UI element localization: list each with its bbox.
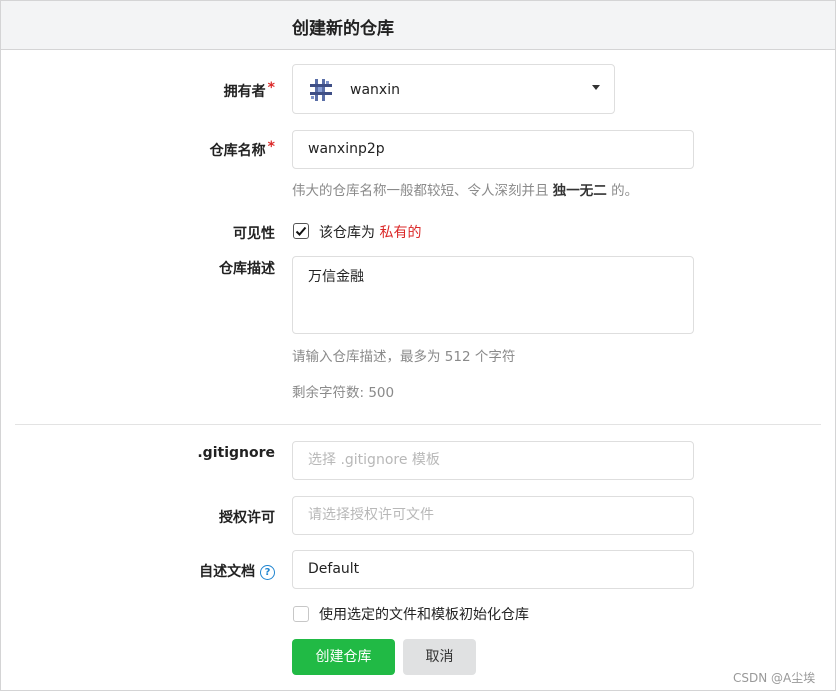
owner-name: wanxin: [350, 82, 400, 98]
page-title: 创建新的仓库: [292, 19, 394, 39]
repo-name-value: wanxinp2p: [308, 141, 385, 157]
description-textarea[interactable]: 万信金融: [292, 256, 694, 334]
watermark: CSDN @A尘埃: [733, 671, 816, 685]
visibility-text-prefix: 该仓库为: [319, 225, 375, 241]
create-repo-button[interactable]: 创建仓库: [292, 639, 395, 675]
description-label: 仓库描述: [219, 261, 275, 277]
owner-select[interactable]: wanxin: [292, 64, 615, 114]
repo-name-help-prefix: 伟大的仓库名称一般都较短、令人深刻并且: [292, 183, 549, 199]
license-placeholder: 请选择授权许可文件: [308, 507, 434, 523]
visibility-label: 可见性: [233, 226, 275, 242]
description-value: 万信金融: [308, 269, 364, 285]
repo-name-label-text: 仓库名称: [209, 143, 266, 159]
required-mark: *: [267, 80, 275, 96]
section-divider: [15, 424, 821, 425]
remaining-chars: 剩余字符数: 500: [292, 385, 395, 401]
license-select[interactable]: 请选择授权许可文件: [292, 496, 694, 535]
repo-name-help-suffix: 的。: [611, 183, 639, 199]
repo-name-help-emphasis: 独一无二: [552, 183, 607, 199]
gitignore-placeholder: 选择 .gitignore 模板: [308, 452, 440, 468]
dropdown-caret-icon: [592, 85, 600, 90]
help-question-icon[interactable]: ?: [260, 565, 275, 580]
owner-avatar-icon: [308, 77, 334, 103]
page-header: 创建新的仓库: [1, 1, 835, 50]
repo-name-label: 仓库名称 *: [209, 139, 275, 160]
readme-label: 自述文档 ?: [199, 561, 275, 581]
license-label: 授权许可: [219, 510, 275, 526]
checkmark-icon: [295, 226, 307, 236]
private-text: 私有的: [379, 225, 422, 241]
owner-label: 拥有者 *: [223, 80, 275, 101]
description-help: 请输入仓库描述，最多为 512 个字符: [292, 349, 516, 365]
init-checkbox[interactable]: [293, 606, 309, 622]
cancel-button[interactable]: 取消: [403, 639, 476, 675]
readme-value: Default: [308, 561, 360, 577]
repo-name-help: 伟大的仓库名称一般都较短、令人深刻并且 独一无二 的。: [292, 179, 638, 199]
readme-label-text: 自述文档: [199, 564, 256, 580]
readme-select[interactable]: Default: [292, 550, 694, 589]
create-repo-page: 创建新的仓库 拥有者 * wanxin 仓库名称 * wanxinp2p 伟大的仓库…: [0, 0, 836, 691]
gitignore-select[interactable]: 选择 .gitignore 模板: [292, 441, 694, 480]
init-label: 使用选定的文件和模板初始化仓库: [319, 607, 529, 623]
visibility-text: 该仓库为 私有的: [319, 222, 421, 242]
private-checkbox[interactable]: [293, 223, 309, 239]
required-mark: *: [267, 139, 275, 155]
gitignore-label: .gitignore: [197, 445, 275, 461]
repo-name-input[interactable]: wanxinp2p: [292, 130, 694, 169]
owner-label-text: 拥有者: [223, 84, 266, 100]
